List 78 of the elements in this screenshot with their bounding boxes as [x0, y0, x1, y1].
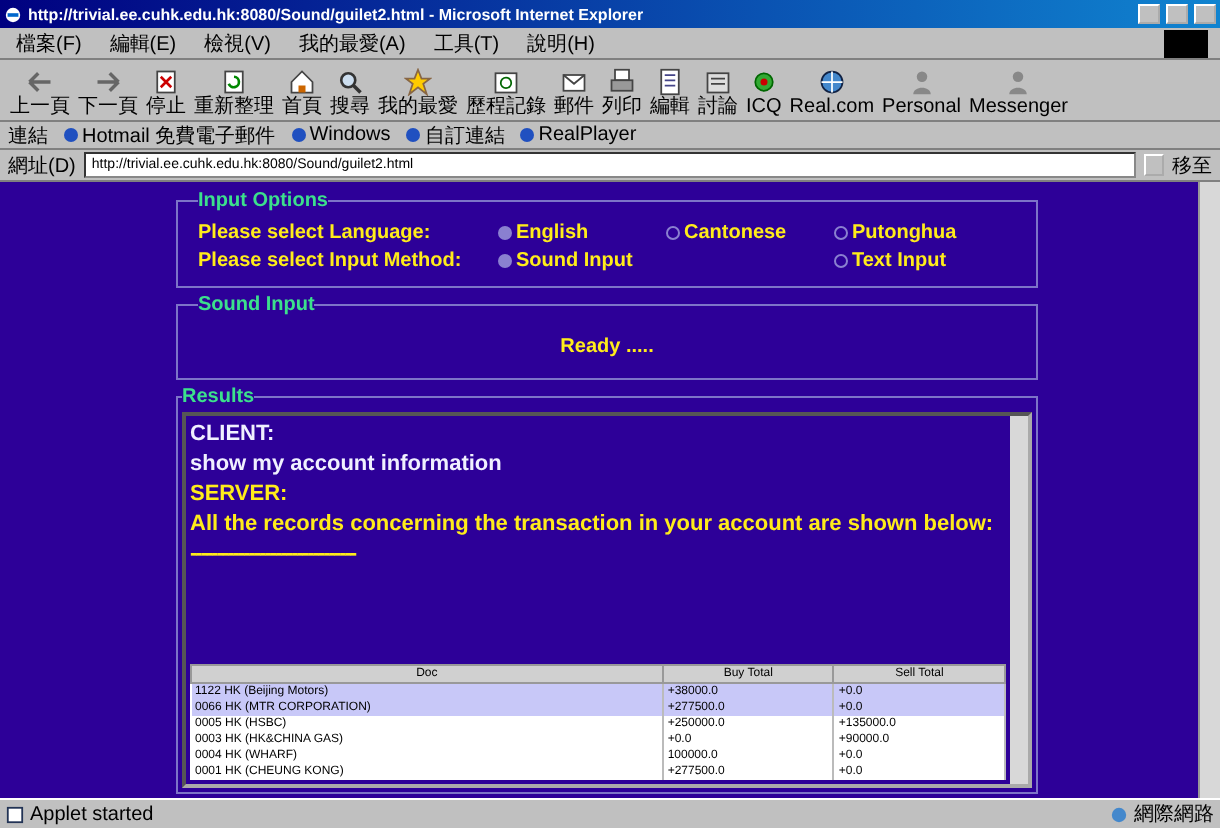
- page-icon: [6, 805, 24, 823]
- message-text: show my account information: [190, 450, 504, 480]
- go-button[interactable]: 移至: [1172, 151, 1212, 179]
- radio-option[interactable]: Cantonese: [666, 222, 834, 244]
- globe-icon: [817, 68, 846, 96]
- search-icon: [336, 68, 364, 96]
- toolbar-button[interactable]: Personal: [880, 68, 963, 118]
- dropdown-button[interactable]: [1144, 154, 1164, 176]
- scrollbar[interactable]: [1198, 182, 1220, 798]
- menu-item[interactable]: 檢視(V): [200, 29, 275, 57]
- globe-icon: [1110, 805, 1128, 823]
- radio-option[interactable]: Sound Input: [498, 250, 834, 272]
- message-text: -------------------------------: [190, 540, 359, 570]
- menu-item[interactable]: 編輯(E): [105, 29, 181, 57]
- toolbar-button[interactable]: 上一頁: [8, 68, 72, 118]
- links-label: 連結: [8, 123, 48, 149]
- radio-dot[interactable]: [834, 254, 848, 268]
- toolbar-button[interactable]: 郵件: [552, 68, 596, 118]
- menu-item[interactable]: 檔案(F): [12, 29, 86, 57]
- status-text: Applet started: [30, 803, 154, 825]
- back-arrow-icon: [26, 68, 54, 96]
- radio-option[interactable]: Text Input: [834, 250, 1014, 272]
- toolbar-button[interactable]: Messenger: [967, 68, 1070, 118]
- menu-item[interactable]: 我的最愛(A): [294, 29, 410, 57]
- radio-option[interactable]: Putonghua: [834, 222, 1014, 244]
- toolbar-button[interactable]: 重新整理: [192, 68, 276, 118]
- radio-dot[interactable]: [834, 226, 848, 240]
- refresh-icon: [220, 68, 248, 96]
- toolbar-button[interactable]: 停止: [144, 68, 188, 118]
- envelope-icon: [560, 68, 588, 96]
- stop-icon: [152, 68, 180, 96]
- link[interactable]: 自訂連結: [406, 121, 505, 149]
- discuss-icon: [704, 68, 732, 96]
- document-icon: [656, 68, 684, 96]
- flower-icon: [749, 68, 778, 96]
- link[interactable]: RealPlayer: [520, 124, 637, 146]
- radio-dot[interactable]: [498, 254, 512, 268]
- link[interactable]: Hotmail 免費電子郵件: [64, 121, 276, 149]
- language-label: Please select Language:: [198, 222, 433, 244]
- toolbar-button[interactable]: 下一頁: [76, 68, 140, 118]
- panel-legend: Results: [182, 386, 255, 408]
- maximize-button[interactable]: [1166, 4, 1188, 24]
- link[interactable]: Windows: [291, 124, 391, 146]
- message-text: CLIENT:: [190, 420, 277, 450]
- minimize-button[interactable]: [1138, 4, 1160, 24]
- toolbar-button[interactable]: 我的最愛: [376, 68, 460, 118]
- window-title: http://trivial.ee.cuhk.edu.hk:8080/Sound/guilet2.html - Microsoft Internet Explorer: [28, 5, 646, 23]
- toolbar-button[interactable]: 首頁: [280, 68, 324, 118]
- menu-item[interactable]: 說明(H): [523, 29, 599, 57]
- forward-arrow-icon: [94, 68, 122, 96]
- panel-legend: Input Options: [198, 190, 328, 212]
- printer-icon: [608, 68, 636, 96]
- toolbar-button[interactable]: 搜尋: [328, 68, 372, 118]
- menu-item[interactable]: 工具(T): [429, 29, 504, 57]
- panel-legend: Sound Input: [198, 294, 315, 316]
- person-icon: [907, 68, 936, 96]
- message-text: SERVER:: [190, 480, 290, 510]
- history-icon: [492, 68, 520, 96]
- person-icon: [1004, 68, 1033, 96]
- zone-text: 網際網路: [1134, 802, 1214, 828]
- home-icon: [288, 68, 316, 96]
- radio-dot[interactable]: [498, 226, 512, 240]
- toolbar-button[interactable]: 歷程記錄: [464, 68, 548, 118]
- toolbar-button[interactable]: 列印: [600, 68, 644, 118]
- radio-option[interactable]: English: [498, 222, 666, 244]
- browser-icon: [4, 5, 22, 23]
- toolbar-button[interactable]: 編輯: [648, 68, 692, 118]
- address-label: 網址(D): [8, 153, 76, 179]
- scrollbar[interactable]: [1010, 416, 1028, 784]
- toolbar-button[interactable]: 討論: [696, 68, 740, 118]
- star-icon: [404, 68, 432, 96]
- message-text: All the records concerning the transaction in your account are shown below:: [190, 510, 996, 540]
- status-text: Ready .....: [558, 336, 656, 358]
- radio-dot[interactable]: [666, 226, 680, 240]
- toolbar-button[interactable]: ICQ: [744, 68, 784, 118]
- method-label: Please select Input Method:: [198, 250, 464, 272]
- toolbar-button[interactable]: Real.com: [787, 68, 877, 118]
- close-button[interactable]: [1194, 4, 1216, 24]
